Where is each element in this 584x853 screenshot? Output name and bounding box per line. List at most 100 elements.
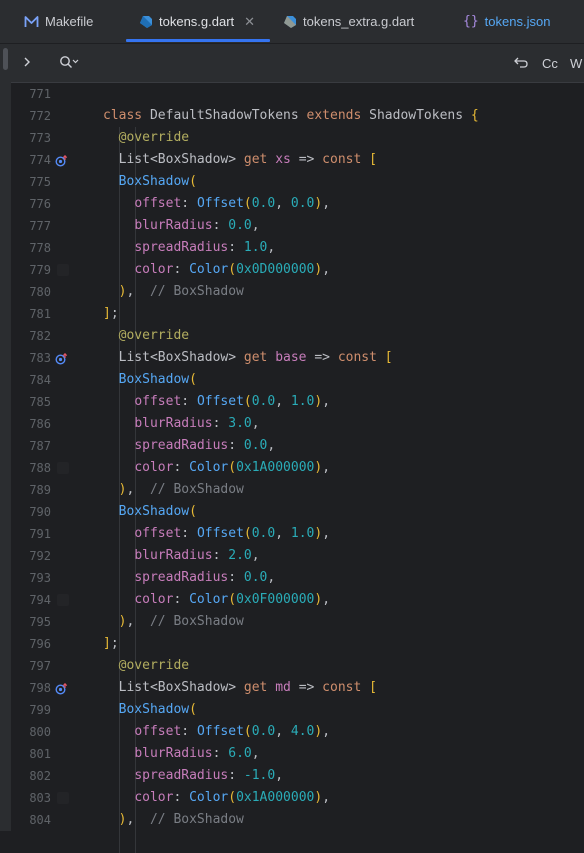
code-line[interactable]: 782 @override bbox=[11, 325, 584, 347]
code-line[interactable]: 799 BoxShadow( bbox=[11, 699, 584, 721]
code-line[interactable]: 789 ), // BoxShadow bbox=[11, 479, 584, 501]
close-icon[interactable]: ✕ bbox=[244, 14, 255, 30]
code-line[interactable]: 774 List<BoxShadow> get xs => const [ bbox=[11, 149, 584, 171]
match-case-button[interactable]: Cc bbox=[542, 44, 558, 82]
code-token: 0x1A000000 bbox=[236, 460, 315, 475]
code-token: , bbox=[322, 196, 331, 211]
override-method-icon[interactable] bbox=[55, 682, 69, 695]
code-token: ( bbox=[228, 790, 237, 805]
code-line[interactable]: 795 ), // BoxShadow bbox=[11, 611, 584, 633]
code-line[interactable]: 798 List<BoxShadow> get md => const [ bbox=[11, 677, 584, 699]
code-token: <BoxShadow> bbox=[149, 350, 244, 365]
code-line[interactable]: 776 offset: Offset(0.0, 0.0), bbox=[11, 193, 584, 215]
scrollbar-thumb[interactable] bbox=[3, 48, 8, 70]
code-line[interactable]: 777 blurRadius: 0.0, bbox=[11, 215, 584, 237]
code-token: blurRadius bbox=[134, 416, 213, 431]
code-token: const bbox=[337, 350, 385, 365]
code-token: , bbox=[267, 240, 276, 255]
line-number: 793 bbox=[29, 571, 51, 585]
code-line[interactable]: 786 blurRadius: 3.0, bbox=[11, 413, 584, 435]
code-token: , bbox=[322, 526, 331, 541]
code-line[interactable]: 800 offset: Offset(0.0, 4.0), bbox=[11, 721, 584, 743]
words-button[interactable]: W bbox=[570, 44, 582, 82]
code-text: List<BoxShadow> get base => const [ bbox=[103, 347, 393, 369]
code-token: ( bbox=[228, 592, 237, 607]
code-line[interactable]: 783 List<BoxShadow> get base => const [ bbox=[11, 347, 584, 369]
code-line[interactable]: 778 spreadRadius: 1.0, bbox=[11, 237, 584, 259]
code-line[interactable]: 797 @override bbox=[11, 655, 584, 677]
code-token: List bbox=[118, 350, 150, 365]
code-line[interactable]: 771 bbox=[11, 83, 584, 105]
code-token: ) bbox=[314, 460, 323, 475]
undo-button[interactable] bbox=[513, 44, 529, 82]
code-text: ]; bbox=[103, 303, 119, 325]
code-token: ) bbox=[314, 790, 323, 805]
code-token: Offset bbox=[196, 196, 244, 211]
line-number: 778 bbox=[29, 241, 51, 255]
code-token: get bbox=[243, 152, 276, 167]
code-token: spreadRadius bbox=[134, 768, 229, 783]
expand-button[interactable] bbox=[22, 44, 32, 82]
code-line[interactable]: 803 color: Color(0x1A000000), bbox=[11, 787, 584, 809]
code-token: , bbox=[126, 482, 150, 497]
code-line[interactable]: 779 color: Color(0x0D000000), bbox=[11, 259, 584, 281]
code-line[interactable]: 793 spreadRadius: 0.0, bbox=[11, 567, 584, 589]
tab-tokens-json[interactable]: {} tokens.json bbox=[463, 0, 550, 43]
override-method-icon[interactable] bbox=[55, 154, 69, 167]
code-token: 1.0 bbox=[290, 526, 315, 541]
code-line[interactable]: 788 color: Color(0x1A000000), bbox=[11, 457, 584, 479]
line-number: 775 bbox=[29, 175, 51, 189]
code-line[interactable]: 801 blurRadius: 6.0, bbox=[11, 743, 584, 765]
line-number: 782 bbox=[29, 329, 51, 343]
code-token: ( bbox=[243, 724, 252, 739]
code-line[interactable]: 792 blurRadius: 2.0, bbox=[11, 545, 584, 567]
code-token: , bbox=[322, 592, 331, 607]
line-number: 789 bbox=[29, 483, 51, 497]
code-line[interactable]: 796]; bbox=[11, 633, 584, 655]
color-swatch-icon[interactable] bbox=[57, 264, 69, 276]
code-token: Color bbox=[189, 790, 229, 805]
code-text: class DefaultShadowTokens extends Shadow… bbox=[103, 105, 479, 127]
code-line[interactable]: 794 color: Color(0x0F000000), bbox=[11, 589, 584, 611]
code-line[interactable]: 780 ), // BoxShadow bbox=[11, 281, 584, 303]
code-line[interactable]: 781]; bbox=[11, 303, 584, 325]
code-token: get bbox=[243, 680, 276, 695]
code-line[interactable]: 773 @override bbox=[11, 127, 584, 149]
tab-makefile[interactable]: Makefile bbox=[24, 0, 93, 43]
code-token: <BoxShadow> bbox=[149, 152, 244, 167]
tab-tokens-g-dart[interactable]: tokens.g.dart ✕ bbox=[139, 0, 255, 43]
code-line[interactable]: 790 BoxShadow( bbox=[11, 501, 584, 523]
code-text: color: Color(0x0D000000), bbox=[103, 259, 330, 281]
code-line[interactable]: 784 BoxShadow( bbox=[11, 369, 584, 391]
color-swatch-icon[interactable] bbox=[57, 594, 69, 606]
code-line[interactable]: 772 class DefaultShadowTokens extends Sha… bbox=[11, 105, 584, 127]
left-scrollbar[interactable] bbox=[0, 44, 11, 831]
code-line[interactable]: 802 spreadRadius: -1.0, bbox=[11, 765, 584, 787]
undo-icon bbox=[513, 55, 529, 72]
line-number: 803 bbox=[29, 791, 51, 805]
code-line[interactable]: 775 BoxShadow( bbox=[11, 171, 584, 193]
code-token: Color bbox=[189, 262, 229, 277]
search-options-button[interactable] bbox=[59, 44, 79, 82]
override-method-icon[interactable] bbox=[55, 352, 69, 365]
tab-tokens-extra-g-dart[interactable]: tokens_extra.g.dart bbox=[283, 0, 414, 43]
color-swatch-icon[interactable] bbox=[57, 462, 69, 474]
code-editor[interactable]: 771 772 class DefaultShadowTokens extends … bbox=[11, 83, 584, 853]
code-line[interactable]: 785 offset: Offset(0.0, 1.0), bbox=[11, 391, 584, 413]
line-number: 791 bbox=[29, 527, 51, 541]
code-line[interactable]: 791 offset: Offset(0.0, 1.0), bbox=[11, 523, 584, 545]
code-text: color: Color(0x1A000000), bbox=[103, 787, 330, 809]
code-token: BoxShadow bbox=[118, 174, 190, 189]
code-line[interactable]: 787 spreadRadius: 0.0, bbox=[11, 435, 584, 457]
line-number: 801 bbox=[29, 747, 51, 761]
code-line[interactable]: 804 ), // BoxShadow bbox=[11, 809, 584, 831]
code-token: 1.0 bbox=[290, 394, 315, 409]
line-number: 781 bbox=[29, 307, 51, 321]
color-swatch-icon[interactable] bbox=[57, 792, 69, 804]
